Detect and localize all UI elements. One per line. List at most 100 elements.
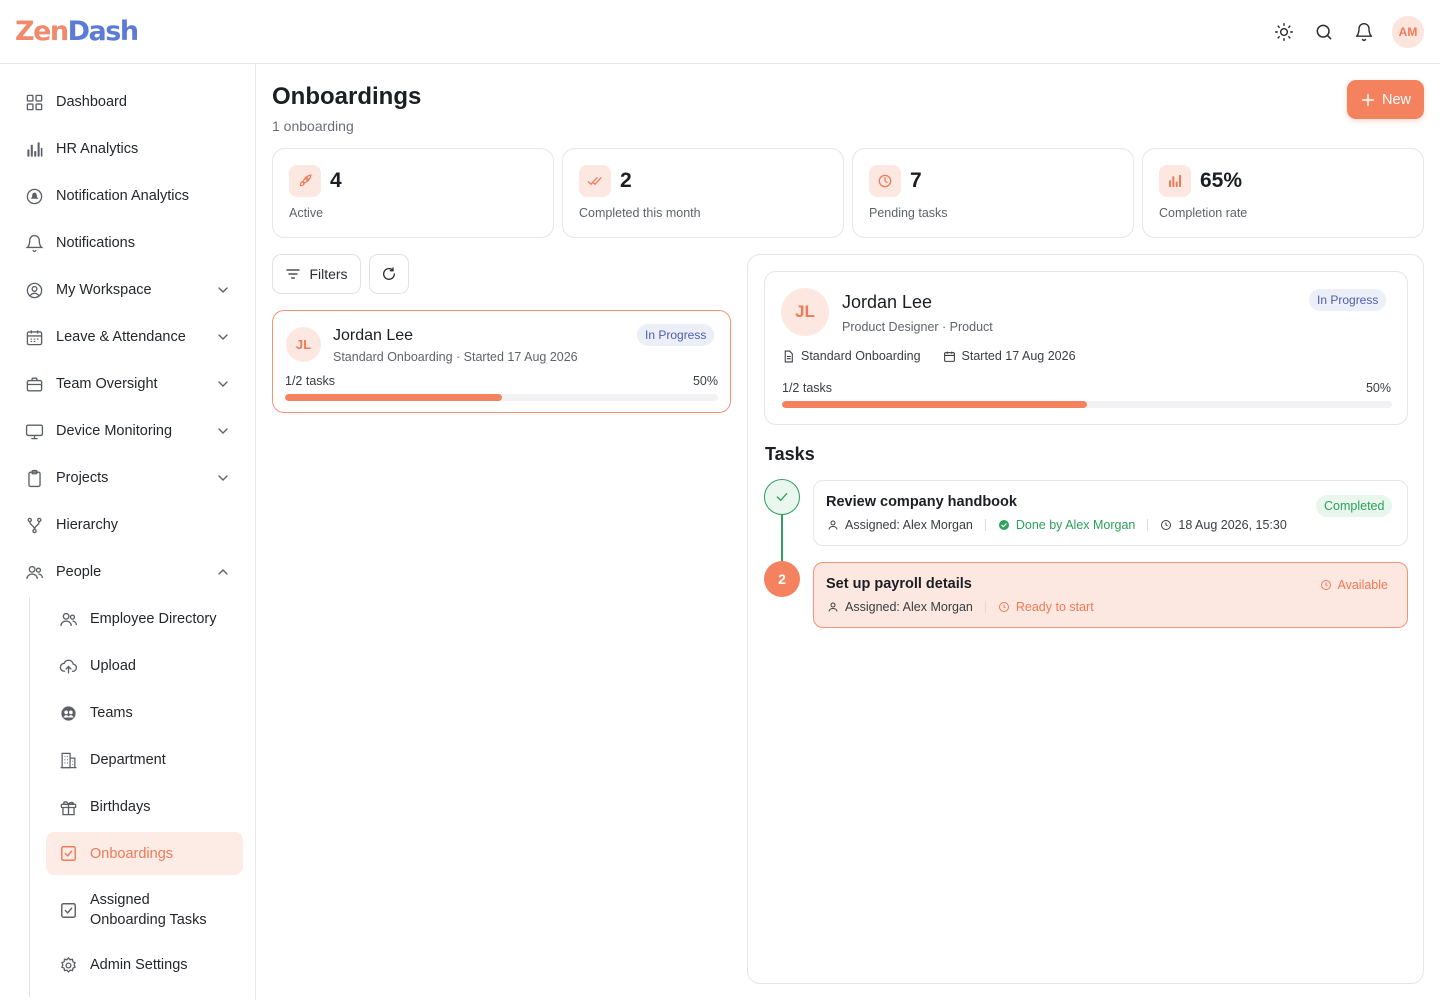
stat-value: 4 — [330, 169, 342, 192]
bell-icon[interactable] — [1348, 16, 1380, 48]
search-icon[interactable] — [1308, 16, 1340, 48]
task-assignee: Assigned: Alex Morgan — [845, 600, 973, 614]
tasks-count: 1/2 tasks — [285, 374, 336, 388]
template-name: Standard Onboarding — [801, 349, 921, 363]
stat-card-completion-rate: 65% Completion rate — [1142, 148, 1424, 238]
onboarding-subtitle: Standard Onboarding · Started 17 Aug 202… — [333, 350, 578, 364]
teams-icon — [58, 703, 78, 723]
task-completed-time: 18 Aug 2026, 15:30 — [1178, 518, 1287, 532]
stat-value: 65% — [1200, 169, 1243, 192]
onboarding-detail-panel: JL Jordan Lee Product Designer · Product… — [747, 254, 1424, 984]
gear-icon — [58, 955, 78, 975]
status-badge: In Progress — [1309, 289, 1387, 311]
refresh-button[interactable] — [369, 254, 409, 294]
sidebar-item-label: Upload — [90, 658, 136, 674]
sidebar-item-label: Hierarchy — [56, 517, 119, 533]
progress-fill — [285, 394, 502, 401]
sidebar-item-label: Dashboard — [56, 94, 127, 110]
sidebar-item-projects[interactable]: Projects — [12, 458, 243, 498]
bar-chart-icon — [24, 139, 44, 159]
sidebar-item-onboardings[interactable]: Onboardings — [46, 832, 243, 875]
task-status-label: Available — [1337, 578, 1388, 592]
progress-bar — [285, 394, 718, 401]
sidebar-item-upload[interactable]: Upload — [46, 646, 243, 686]
sidebar-item-hr-analytics[interactable]: HR Analytics — [12, 129, 243, 169]
hierarchy-icon — [24, 515, 44, 535]
task-card-available[interactable]: Set up payroll details Available Assigne… — [813, 562, 1408, 628]
filters-button[interactable]: Filters — [272, 254, 361, 294]
onboarding-summary-card: JL Jordan Lee Product Designer · Product… — [764, 271, 1408, 425]
clock-icon — [998, 601, 1010, 613]
tasks-heading: Tasks — [765, 444, 815, 464]
sidebar-item-label: Leave & Attendance — [56, 329, 186, 345]
employee-avatar: JL — [286, 327, 321, 362]
sidebar-item-label: Device Monitoring — [56, 423, 173, 439]
new-onboarding-button[interactable]: New — [1347, 80, 1424, 119]
sidebar-item-label: Notification Analytics — [56, 188, 189, 204]
rocket-icon — [289, 165, 321, 197]
stat-value: 7 — [910, 169, 922, 192]
sidebar-item-team-oversight[interactable]: Team Oversight — [12, 364, 243, 404]
user-avatar[interactable]: AM — [1392, 15, 1424, 48]
onboarding-count: 1 onboarding — [272, 118, 354, 134]
sidebar-item-admin-settings[interactable]: Admin Settings — [46, 945, 243, 985]
sidebar-item-notifications[interactable]: Notifications — [12, 223, 243, 263]
task-status-badge: Available — [1320, 578, 1388, 592]
employee-role: Product Designer · Product — [842, 320, 993, 334]
sidebar-item-label: Employee Directory — [90, 611, 217, 627]
sidebar-item-employee-directory[interactable]: Employee Directory — [46, 599, 243, 639]
sidebar-item-label: Birthdays — [90, 799, 151, 815]
users-icon — [24, 562, 44, 582]
step-complete-check-icon — [764, 479, 800, 515]
sidebar-item-leave-attendance[interactable]: Leave & Attendance — [12, 317, 243, 357]
sidebar-item-label: HR Analytics — [56, 141, 139, 157]
sidebar-item-label: Onboardings — [90, 845, 174, 862]
building-icon — [58, 750, 78, 770]
step-number: 2 — [764, 561, 800, 597]
sidebar-item-my-workspace[interactable]: My Workspace — [12, 270, 243, 310]
task-card-completed[interactable]: Review company handbook Completed Assign… — [813, 480, 1408, 546]
start-date: Started 17 Aug 2026 — [961, 349, 1076, 363]
chevron-up-icon[interactable] — [215, 564, 231, 580]
stat-label: Pending tasks — [869, 206, 948, 220]
chevron-down-icon[interactable] — [215, 376, 231, 392]
sidebar-item-department[interactable]: Department — [46, 740, 243, 780]
gift-icon — [58, 797, 78, 817]
chevron-down-icon[interactable] — [215, 282, 231, 298]
theme-toggle-sun-icon[interactable] — [1268, 16, 1300, 48]
sidebar-item-hierarchy[interactable]: Hierarchy — [12, 505, 243, 545]
cloud-upload-icon — [58, 656, 78, 676]
progress-percent: 50% — [1365, 381, 1391, 395]
task-status-badge: Completed — [1316, 495, 1393, 517]
task-meta: Assigned: Alex Morgan Ready to start — [827, 600, 1094, 614]
sidebar-item-birthdays[interactable]: Birthdays — [46, 787, 243, 827]
document-icon — [782, 350, 795, 363]
sidebar-item-label: Department — [90, 752, 166, 768]
sidebar-item-label: Team Oversight — [56, 376, 158, 392]
app-logo[interactable]: ZenDash — [15, 16, 139, 47]
sidebar-item-people[interactable]: People — [12, 552, 243, 592]
employee-name: Jordan Lee — [842, 292, 933, 312]
main-content: Onboardings 1 onboarding New 4 Active 2 … — [256, 64, 1440, 1000]
progress-bar — [782, 401, 1392, 408]
sidebar-item-device-monitoring[interactable]: Device Monitoring — [12, 411, 243, 451]
sidebar-item-dashboard[interactable]: Dashboard — [12, 82, 243, 122]
chevron-down-icon[interactable] — [215, 423, 231, 439]
sidebar-item-assigned-onboarding-tasks[interactable]: Assigned Onboarding Tasks — [46, 887, 243, 933]
calendar-icon — [24, 327, 44, 347]
task-meta: Assigned: Alex Morgan Done by Alex Morga… — [827, 518, 1287, 532]
chevron-down-icon[interactable] — [215, 470, 231, 486]
sidebar-item-label: Teams — [90, 705, 133, 721]
task-title: Set up payroll details — [826, 576, 972, 592]
chevron-down-icon[interactable] — [215, 329, 231, 345]
stat-card-completed-month: 2 Completed this month — [562, 148, 844, 238]
sidebar-item-notification-analytics[interactable]: Notification Analytics — [12, 176, 243, 216]
sidebar-item-label: Notifications — [56, 235, 135, 251]
bell-icon — [24, 233, 44, 253]
user-circle-icon — [24, 280, 44, 300]
briefcase-icon — [24, 374, 44, 394]
top-bar: ZenDash AM — [0, 0, 1440, 64]
logo-part-dash: Dash — [67, 16, 139, 47]
sidebar-item-teams[interactable]: Teams — [46, 693, 243, 733]
onboarding-list-item[interactable]: JL Jordan Lee Standard Onboarding · Star… — [272, 310, 731, 413]
